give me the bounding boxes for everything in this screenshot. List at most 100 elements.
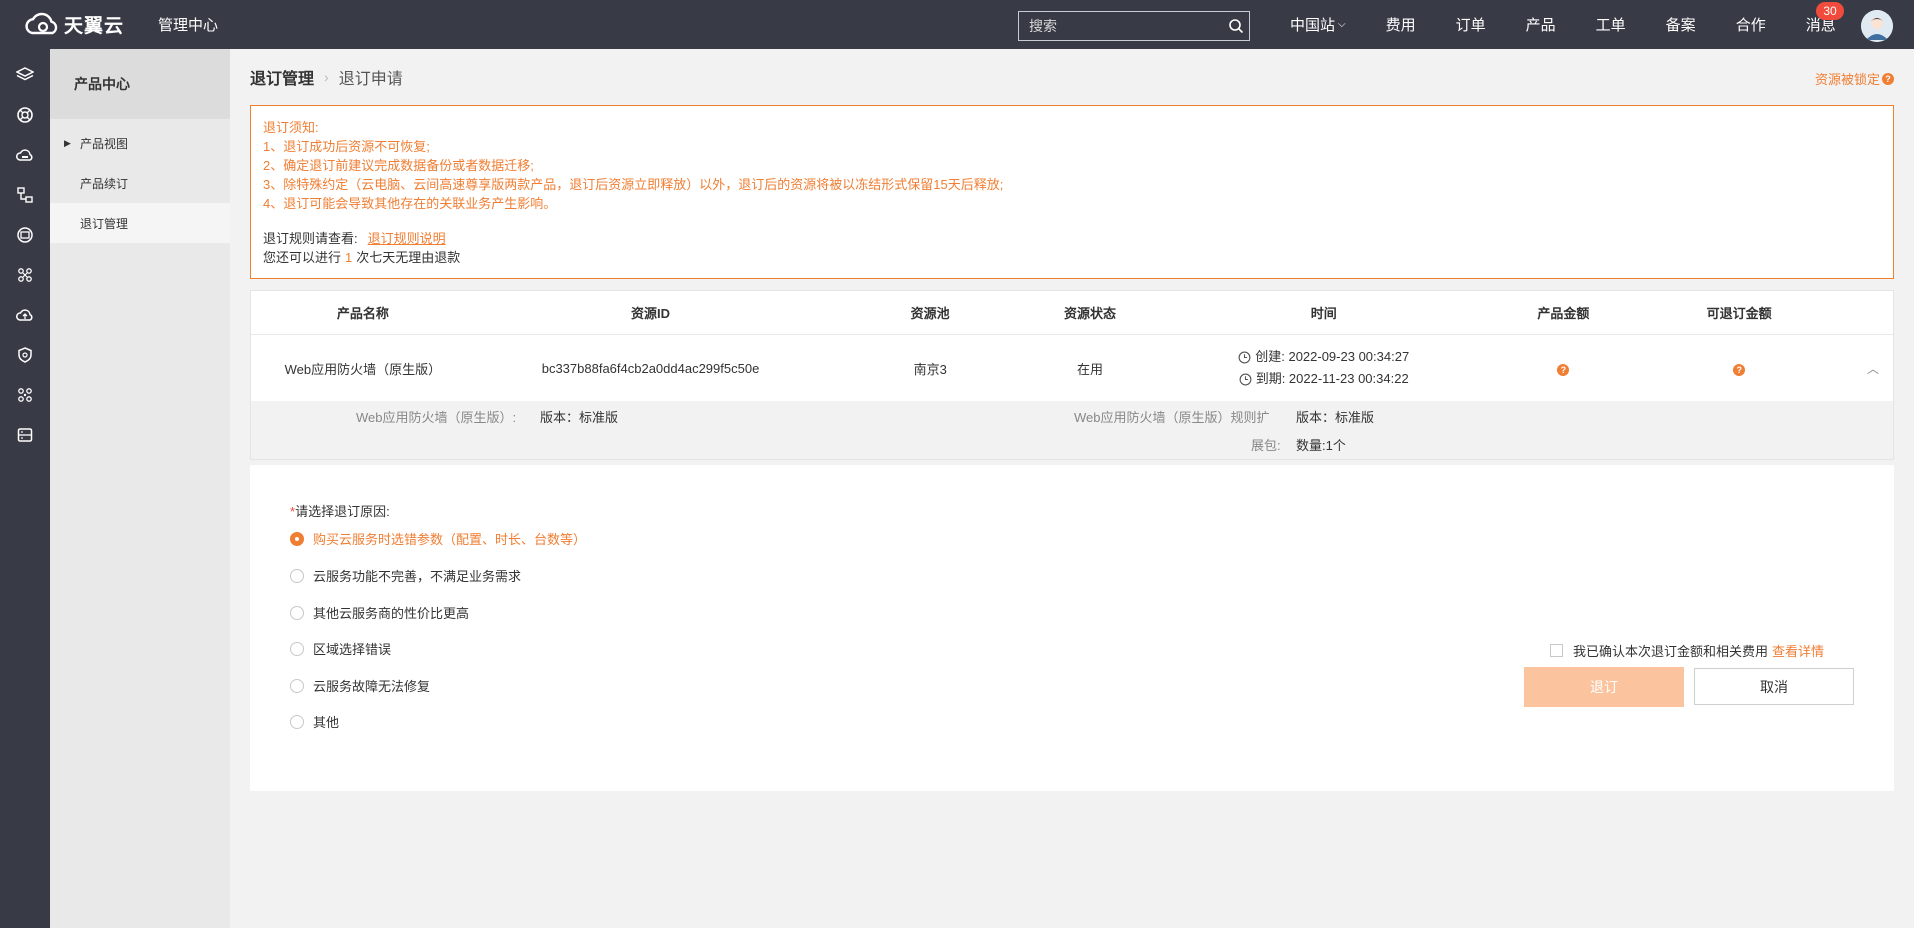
reason-option-wrong-region[interactable]: 区域选择错误: [290, 639, 391, 658]
resource-locked-label: 资源被锁定: [1814, 72, 1880, 87]
cancel-button[interactable]: 取消: [1694, 668, 1854, 705]
search-input[interactable]: [1019, 12, 1223, 40]
header-refundable-amount: 可退订金额: [1706, 306, 1772, 321]
question-icon: ?: [1882, 72, 1894, 85]
cell-resource-pool: 南京3: [913, 361, 947, 377]
nav-cooperation[interactable]: 合作: [1716, 0, 1786, 49]
nav-china-site-label: 中国站: [1290, 17, 1336, 34]
resource-locked-link[interactable]: 资源被锁定 ?: [1815, 69, 1894, 88]
count-value: 1: [345, 250, 353, 265]
notice-line: 3、除特殊约定（云电脑、云间高速尊享版两款产品，退订后资源立即释放）以外，退订后…: [263, 177, 1004, 192]
unsubscribe-button[interactable]: 退订: [1524, 667, 1684, 707]
reason-option-label: 其他: [313, 715, 340, 730]
reason-option-wrong-params[interactable]: 购买云服务时选错参数（配置、时长、台数等）: [290, 529, 586, 548]
rule-link[interactable]: 退订规则说明: [368, 231, 446, 246]
rule-row: 退订规则请查看: 退订规则说明: [263, 229, 1881, 248]
lifebuoy-icon[interactable]: [13, 103, 37, 127]
radio-button[interactable]: [290, 678, 304, 693]
database-icon[interactable]: [13, 223, 37, 247]
unsubscribe-notice: 退订须知: 1、退订成功后资源不可恢复; 2、确定退订前建议完成数据备份或者数据…: [250, 105, 1894, 279]
reason-option-label: 其他云服务商的性价比更高: [313, 606, 470, 621]
nav-fees[interactable]: 费用: [1366, 0, 1436, 49]
nav-products[interactable]: 产品: [1506, 0, 1576, 49]
radio-button[interactable]: [290, 714, 304, 729]
top-nav: 中国站 ⌵ 费用 订单 产品 工单 备案 合作 消息: [1270, 0, 1856, 49]
nav-tickets[interactable]: 工单: [1576, 0, 1646, 49]
radio-button[interactable]: [290, 605, 304, 620]
chevron-right-icon: ›: [324, 69, 329, 85]
refund-count-row: 您还可以进行 1 次七天无理由退款: [263, 248, 1881, 267]
shield-icon[interactable]: [13, 343, 37, 367]
sidebar-item-label: 产品续订: [80, 176, 129, 191]
network-icon[interactable]: [13, 183, 37, 207]
sidebar-item-label: 产品视图: [80, 136, 129, 151]
confirm-label: 我已确认本次退订金额和相关费用: [1573, 644, 1769, 659]
product-center-sidebar: 产品中心 ▶ 产品视图 产品续订 退订管理: [50, 49, 230, 928]
brand-logo[interactable]: 天翼云: [22, 11, 132, 39]
cell-time: 创建: 2022-09-23 00:34:27 到期: 2022-11-23 0…: [1146, 346, 1502, 390]
brand-name: 天翼云: [64, 16, 125, 37]
header-time: 时间: [1310, 306, 1337, 321]
count-prefix: 您还可以进行: [263, 250, 342, 265]
nav-filing[interactable]: 备案: [1646, 0, 1716, 49]
detail-left-value: 版本：标准版: [540, 410, 619, 425]
reason-title: *请选择退订原因:: [290, 501, 390, 520]
sidebar-item-unsubscribe-management[interactable]: 退订管理: [50, 203, 230, 243]
table-row: Web应用防火墙（原生版） bc337b88fa6f4cb2a0dd4ac299…: [251, 335, 1893, 401]
reason-option-other[interactable]: 其他: [290, 712, 339, 731]
sidebar-item-product-renew[interactable]: 产品续订: [50, 163, 230, 203]
detail-right-label-cont: 展包:: [1251, 438, 1281, 453]
chevron-down-icon: ⌵: [1338, 19, 1346, 30]
breadcrumb-parent[interactable]: 退订管理: [250, 65, 314, 89]
rule-prefix: 退订规则请查看:: [263, 231, 358, 246]
resource-table: 产品名称 资源ID 资源池 资源状态 时间 产品金额 可退订金额 Web应用防火…: [250, 290, 1894, 460]
collapse-toggle[interactable]: ︿: [1853, 360, 1893, 377]
nodes-icon[interactable]: [13, 383, 37, 407]
nav-china-site[interactable]: 中国站 ⌵: [1270, 0, 1366, 49]
nav-orders[interactable]: 订单: [1436, 0, 1506, 49]
radio-button[interactable]: [290, 641, 304, 656]
management-center-link[interactable]: 管理中心: [158, 14, 218, 35]
header-resource-pool: 资源池: [910, 306, 950, 321]
radio-button[interactable]: [290, 531, 304, 546]
cell-product-name: Web应用防火墙（原生版）: [284, 361, 442, 377]
radio-button[interactable]: [290, 568, 304, 583]
notice-line: 2、确定退订前建议完成数据备份或者数据迁移;: [263, 158, 534, 173]
search-icon[interactable]: [1223, 18, 1249, 34]
question-icon[interactable]: ?: [1557, 363, 1570, 376]
caret-right-icon: ▶: [64, 137, 71, 148]
row-detail: Web应用防火墙（原生版）: 版本：标准版 Web应用防火墙（原生版）规则扩 展…: [251, 401, 1893, 459]
confirm-checkbox[interactable]: [1550, 644, 1563, 657]
header-product-name: 产品名称: [336, 306, 389, 321]
cloud-upload-icon[interactable]: [13, 303, 37, 327]
reason-option-label: 区域选择错误: [313, 642, 392, 657]
reason-option-better-price[interactable]: 其他云服务商的性价比更高: [290, 603, 469, 622]
sidebar-item-product-view[interactable]: ▶ 产品视图: [50, 123, 230, 163]
message-count-badge: 30: [1816, 2, 1844, 20]
sidebar-item-label: 退订管理: [80, 216, 129, 231]
storage-icon[interactable]: [13, 423, 37, 447]
view-details-link[interactable]: 查看详情: [1772, 641, 1824, 660]
clock-icon: [1239, 373, 1252, 385]
clock-icon: [1238, 351, 1251, 363]
cloud-server-icon[interactable]: [13, 143, 37, 167]
reason-option-label: 购买云服务时选错参数（配置、时长、台数等）: [313, 532, 587, 547]
expire-time: 到期: 2022-11-23 00:34:22: [1255, 371, 1409, 386]
question-icon[interactable]: ?: [1733, 363, 1746, 376]
reason-option-insufficient-features[interactable]: 云服务功能不完善，不满足业务需求: [290, 566, 521, 585]
header-resource-status: 资源状态: [1063, 306, 1116, 321]
detail-right-label: Web应用防火墙（原生版）规则扩: [1074, 410, 1270, 425]
icon-rail: [0, 49, 50, 928]
chevron-up-icon: ︿: [1867, 361, 1880, 376]
header-product-amount: 产品金额: [1537, 306, 1590, 321]
cloud-logo-icon: [25, 12, 58, 34]
avatar[interactable]: [1861, 10, 1893, 42]
cluster-icon[interactable]: [13, 263, 37, 287]
reason-option-unrecoverable-fault[interactable]: 云服务故障无法修复: [290, 676, 430, 695]
reason-title-label: 请选择退订原因:: [295, 504, 390, 519]
cell-resource-id: bc337b88fa6f4cb2a0dd4ac299f5c50e: [541, 360, 760, 376]
count-suffix: 次七天无理由退款: [356, 250, 461, 265]
layers-icon[interactable]: [13, 63, 37, 87]
breadcrumb: 退订管理 › 退订申请: [250, 65, 403, 89]
confirm-row: 我已确认本次退订金额和相关费用 查看详情: [1550, 641, 1824, 660]
